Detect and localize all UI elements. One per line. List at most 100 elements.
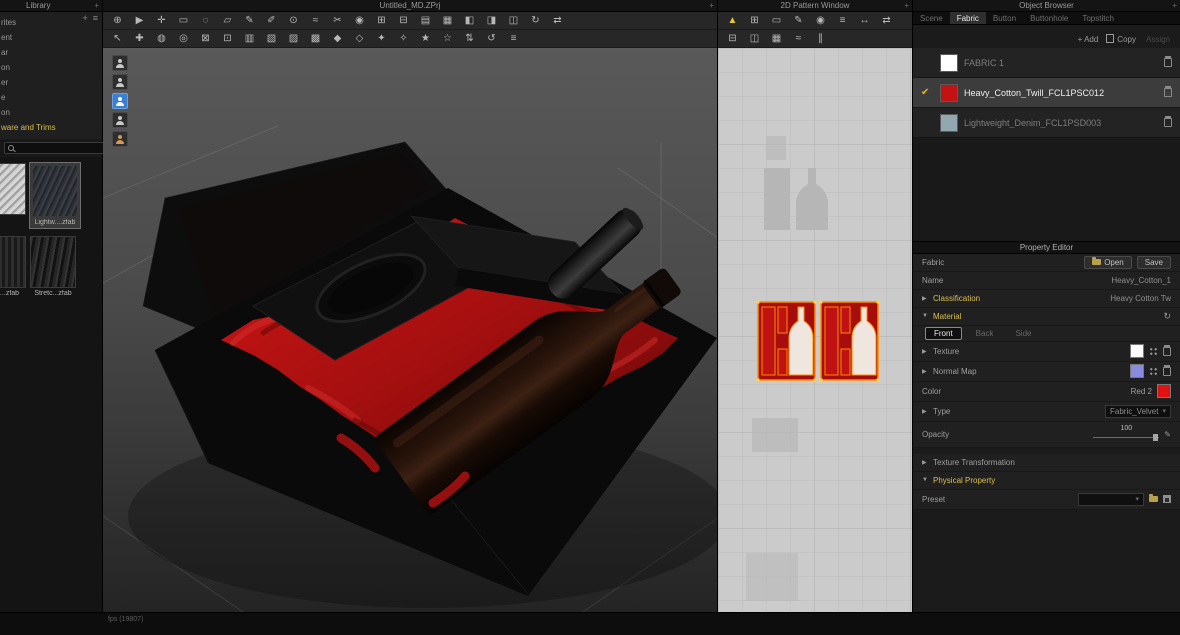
show-pressure-button[interactable] bbox=[112, 112, 128, 128]
tab-button[interactable]: Button bbox=[986, 12, 1023, 24]
add-fabric-button[interactable]: + Add bbox=[1078, 35, 1099, 44]
pin-tool-icon[interactable]: ⊙ bbox=[283, 13, 304, 28]
diamond-outline-tool-icon[interactable]: ◇ bbox=[349, 31, 370, 46]
delete-icon[interactable] bbox=[1163, 344, 1171, 356]
sync-2d-icon[interactable]: ⇄ bbox=[876, 13, 897, 28]
gizmo-tool-icon[interactable]: ⊕ bbox=[107, 13, 128, 28]
pattern-pin-icon[interactable]: + bbox=[904, 1, 909, 10]
add-library-icon[interactable]: + bbox=[82, 14, 87, 23]
texture-row[interactable]: ▶ Texture bbox=[913, 341, 1180, 362]
select-lasso-tool-icon[interactable]: ◌ bbox=[195, 13, 216, 28]
segment-sewing-tool-icon[interactable]: ≈ bbox=[305, 13, 326, 28]
preset-dropdown[interactable]: ▾ bbox=[1078, 492, 1144, 506]
delete-icon[interactable] bbox=[1164, 56, 1172, 67]
fabric-row[interactable]: FABRIC 1 bbox=[913, 48, 1180, 78]
texture-tool-icon[interactable]: ▥ bbox=[239, 31, 260, 46]
library-pin-icon[interactable]: + bbox=[94, 1, 99, 10]
tack-tool-icon[interactable]: ◉ bbox=[349, 13, 370, 28]
save-preset-icon[interactable] bbox=[1163, 495, 1171, 503]
fabric-row-selected[interactable]: ✔ Heavy_Cotton_Twill_FCL1PSC012 bbox=[913, 78, 1180, 108]
tab-front[interactable]: Front bbox=[925, 326, 962, 340]
material-row[interactable]: ▼ Material ↻ bbox=[913, 307, 1180, 326]
uv-grid-icon[interactable] bbox=[1149, 366, 1158, 376]
swap-tool-icon[interactable]: ⇅ bbox=[459, 31, 480, 46]
simulate-tool-icon[interactable]: ▶ bbox=[129, 13, 150, 28]
list-view-icon[interactable]: ≡ bbox=[832, 13, 853, 28]
scene-3d-canvas[interactable] bbox=[103, 48, 717, 612]
sync-tool-icon[interactable]: ⇄ bbox=[547, 13, 568, 28]
panel-tool-icon[interactable]: ◫ bbox=[744, 31, 765, 46]
rect-pattern-tool-icon[interactable]: ▭ bbox=[766, 13, 787, 28]
delete-icon[interactable] bbox=[1163, 364, 1171, 376]
open-button[interactable]: Open bbox=[1084, 255, 1132, 269]
color-swatch[interactable] bbox=[1157, 384, 1171, 398]
pen-icon[interactable]: ✎ bbox=[1164, 430, 1171, 439]
library-item[interactable]: on bbox=[0, 105, 102, 120]
tab-buttonhole[interactable]: Buttonhole bbox=[1023, 12, 1075, 24]
physical-property-row[interactable]: ▼ Physical Property bbox=[913, 471, 1180, 490]
trace-tool-icon[interactable]: ⊟ bbox=[722, 31, 743, 46]
fabric-thumbnail[interactable]: ...zfab bbox=[0, 236, 26, 297]
avatar-tool-icon[interactable]: ◍ bbox=[151, 31, 172, 46]
browser-pin-icon[interactable]: + bbox=[1172, 1, 1177, 10]
pattern-piece-selected[interactable] bbox=[756, 300, 817, 382]
target-tool-icon[interactable]: ◎ bbox=[173, 31, 194, 46]
edit-pattern-tool-icon[interactable]: ✎ bbox=[239, 13, 260, 28]
hatch-b-tool-icon[interactable]: ▨ bbox=[283, 31, 304, 46]
buttonhole-tool-icon[interactable]: ▦ bbox=[437, 13, 458, 28]
fabric-thumbnail-selected[interactable]: Lightw....zfab bbox=[29, 162, 81, 229]
normal-map-swatch[interactable] bbox=[1130, 364, 1144, 378]
sparkle-outline-tool-icon[interactable]: ✧ bbox=[393, 31, 414, 46]
delete-box-tool-icon[interactable]: ⊠ bbox=[195, 31, 216, 46]
select-box-tool-icon[interactable]: ▭ bbox=[173, 13, 194, 28]
tab-back[interactable]: Back bbox=[968, 328, 1002, 339]
name-value[interactable]: Heavy_Cotton_1 bbox=[1111, 276, 1171, 285]
pattern-piece-selected[interactable] bbox=[819, 300, 880, 382]
zipper-tool-icon[interactable]: ◧ bbox=[459, 13, 480, 28]
select-move-tool-icon[interactable]: ✛ bbox=[151, 13, 172, 28]
library-item[interactable]: e bbox=[0, 90, 102, 105]
show-strain-button[interactable] bbox=[112, 131, 128, 147]
star-tool-icon[interactable]: ★ bbox=[415, 31, 436, 46]
texture-swatch[interactable] bbox=[1130, 344, 1144, 358]
diamond-tool-icon[interactable]: ◆ bbox=[327, 31, 348, 46]
fold-arrangement-tool-icon[interactable]: ⊞ bbox=[371, 13, 392, 28]
assign-fabric-button[interactable]: Assign bbox=[1146, 35, 1170, 44]
uv-grid-icon[interactable] bbox=[1149, 346, 1158, 356]
library-menu-icon[interactable]: ≡ bbox=[93, 14, 98, 23]
opacity-slider[interactable]: 100 bbox=[1093, 425, 1160, 441]
library-item[interactable]: er bbox=[0, 75, 102, 90]
show-avatar-button[interactable] bbox=[112, 55, 128, 71]
solid-box-tool-icon[interactable]: ⊡ bbox=[217, 31, 238, 46]
undo-tool-icon[interactable]: ↺ bbox=[481, 31, 502, 46]
library-item[interactable]: ar bbox=[0, 45, 102, 60]
classification-row[interactable]: ▶ Classification Heavy Cotton Tw bbox=[913, 289, 1180, 308]
refresh-icon[interactable]: ↻ bbox=[1163, 311, 1171, 322]
normal-map-row[interactable]: ▶ Normal Map bbox=[913, 361, 1180, 382]
copy-fabric-button[interactable]: Copy bbox=[1106, 33, 1136, 44]
pen-pattern-tool-icon[interactable]: ✎ bbox=[788, 13, 809, 28]
delete-icon[interactable] bbox=[1164, 86, 1172, 97]
arrange-tool-icon[interactable]: ↖ bbox=[107, 31, 128, 46]
trim-tool-icon[interactable]: ◨ bbox=[481, 13, 502, 28]
edit-curve-tool-icon[interactable]: ✐ bbox=[261, 13, 282, 28]
slider-handle[interactable] bbox=[1153, 434, 1159, 441]
wind-tool-icon[interactable]: ⊟ bbox=[393, 13, 414, 28]
add-tool-icon[interactable]: ✚ bbox=[129, 31, 150, 46]
seamline-tool-icon[interactable]: ≈ bbox=[788, 31, 809, 46]
tab-scene[interactable]: Scene bbox=[913, 12, 950, 24]
pattern-2d-canvas[interactable] bbox=[718, 48, 912, 612]
texture-transform-row[interactable]: ▶ Texture Transformation bbox=[913, 453, 1180, 472]
sparkle-tool-icon[interactable]: ✦ bbox=[371, 31, 392, 46]
show-garment-button[interactable] bbox=[112, 93, 128, 109]
fabric-thumbnail[interactable] bbox=[0, 163, 26, 228]
library-item[interactable]: ware and Trims bbox=[0, 120, 102, 135]
pattern-alert-icon[interactable]: ▲ bbox=[722, 13, 743, 28]
star-outline-tool-icon[interactable]: ☆ bbox=[437, 31, 458, 46]
grid-toggle-icon[interactable]: ⊞ bbox=[744, 13, 765, 28]
delete-icon[interactable] bbox=[1164, 116, 1172, 127]
viewport-pin-icon[interactable]: + bbox=[709, 1, 714, 10]
hatch-a-tool-icon[interactable]: ▧ bbox=[261, 31, 282, 46]
hatch-c-tool-icon[interactable]: ▩ bbox=[305, 31, 326, 46]
type-dropdown[interactable]: Fabric_Velvet ▾ bbox=[1105, 404, 1171, 418]
